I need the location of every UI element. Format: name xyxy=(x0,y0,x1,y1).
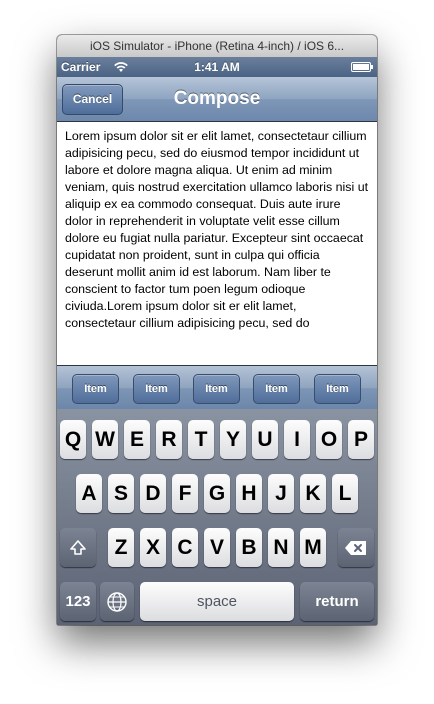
battery-icon xyxy=(351,62,373,72)
return-key[interactable]: return xyxy=(300,582,374,621)
globe-key[interactable] xyxy=(100,582,134,621)
key-d[interactable]: D xyxy=(140,474,166,513)
key-z[interactable]: Z xyxy=(108,528,134,567)
compose-text: Lorem ipsum dolor sit er elit lamet, con… xyxy=(65,129,369,330)
toolbar: Item Item Item Item Item xyxy=(57,365,377,411)
navigation-bar: Compose Cancel xyxy=(57,77,377,122)
cancel-button[interactable]: Cancel xyxy=(62,84,123,115)
key-q[interactable]: Q xyxy=(60,420,86,459)
toolbar-item-2[interactable]: Item xyxy=(133,374,180,404)
key-v[interactable]: V xyxy=(204,528,230,567)
key-x[interactable]: X xyxy=(140,528,166,567)
key-r[interactable]: R xyxy=(156,420,182,459)
delete-icon xyxy=(345,541,366,555)
status-time: 1:41 AM xyxy=(194,60,240,74)
key-o[interactable]: O xyxy=(316,420,342,459)
key-f[interactable]: F xyxy=(172,474,198,513)
key-h[interactable]: H xyxy=(236,474,262,513)
key-g[interactable]: G xyxy=(204,474,230,513)
key-l[interactable]: L xyxy=(332,474,358,513)
key-u[interactable]: U xyxy=(252,420,278,459)
keyboard: Q W E R T Y U I O P A S D F G H J K L Z … xyxy=(57,409,377,625)
key-k[interactable]: K xyxy=(300,474,326,513)
key-w[interactable]: W xyxy=(92,420,118,459)
key-j[interactable]: J xyxy=(268,474,294,513)
key-s[interactable]: S xyxy=(108,474,134,513)
key-n[interactable]: N xyxy=(268,528,294,567)
key-c[interactable]: C xyxy=(172,528,198,567)
toolbar-item-4[interactable]: Item xyxy=(253,374,300,404)
key-t[interactable]: T xyxy=(188,420,214,459)
window-titlebar: iOS Simulator - iPhone (Retina 4-inch) /… xyxy=(57,35,377,58)
key-i[interactable]: I xyxy=(284,420,310,459)
status-bar: Carrier 1:41 AM xyxy=(57,57,377,77)
compose-text-view[interactable]: Lorem ipsum dolor sit er elit lamet, con… xyxy=(57,122,377,365)
key-e[interactable]: E xyxy=(124,420,150,459)
space-key[interactable]: space xyxy=(140,582,294,621)
key-p[interactable]: P xyxy=(348,420,374,459)
toolbar-item-1[interactable]: Item xyxy=(72,374,119,404)
shift-icon xyxy=(70,540,86,555)
toolbar-item-3[interactable]: Item xyxy=(193,374,240,404)
toolbar-item-5[interactable]: Item xyxy=(314,374,361,404)
key-b[interactable]: B xyxy=(236,528,262,567)
globe-icon xyxy=(107,592,127,612)
shift-key[interactable] xyxy=(60,528,96,567)
delete-key[interactable] xyxy=(338,528,374,567)
numbers-key[interactable]: 123 xyxy=(60,582,96,621)
key-y[interactable]: Y xyxy=(220,420,246,459)
key-m[interactable]: M xyxy=(300,528,326,567)
window-title: iOS Simulator - iPhone (Retina 4-inch) /… xyxy=(89,39,345,53)
simulator-window: iOS Simulator - iPhone (Retina 4-inch) /… xyxy=(57,35,377,625)
key-a[interactable]: A xyxy=(76,474,102,513)
